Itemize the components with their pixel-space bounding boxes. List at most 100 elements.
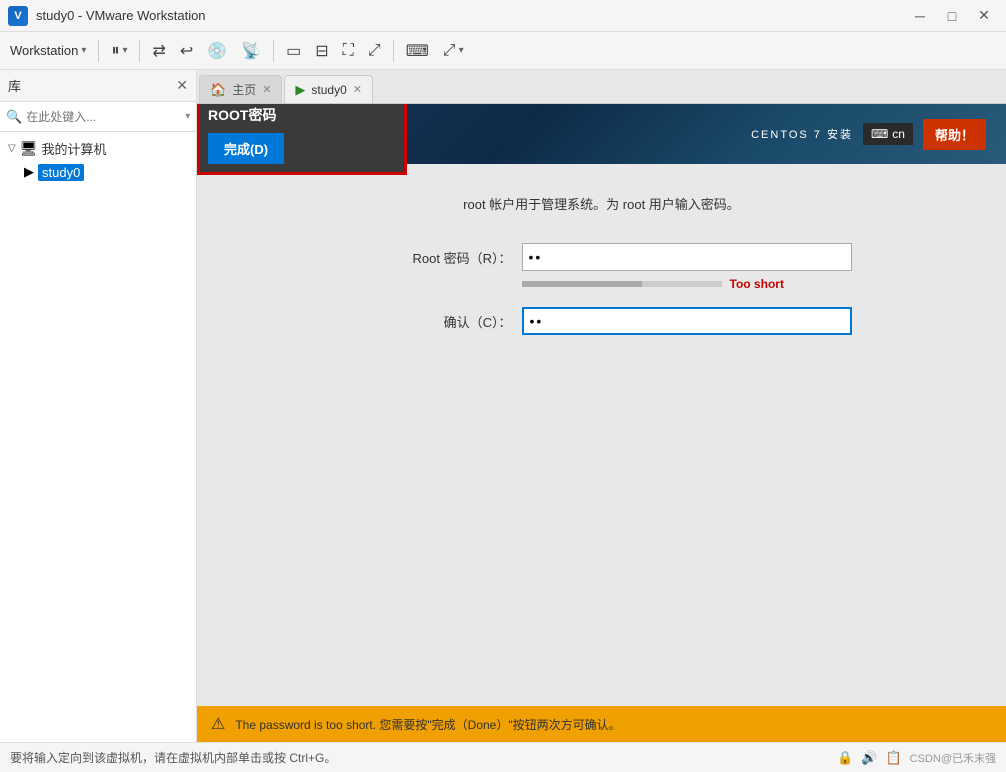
workstation-menu[interactable]: Workstation ▾: [4, 36, 92, 66]
keyboard-icon: ⌨: [871, 127, 888, 141]
strength-row: Too short: [352, 277, 852, 291]
confirm-password-row: 确认（C）：: [352, 307, 852, 335]
network-icon: 📡: [241, 41, 261, 61]
help-button[interactable]: 帮助！: [923, 119, 986, 150]
sidebar-header: 库 ✕: [0, 70, 196, 102]
tabs-bar: 🏠 主页 ✕ ▶ study0 ✕: [197, 70, 1006, 104]
toolbar-view1[interactable]: ▭: [280, 36, 307, 66]
dialog-title: ROOT密码: [208, 105, 396, 125]
menu-sep-4: [393, 40, 394, 62]
tab-home[interactable]: 🏠 主页 ✕: [199, 75, 282, 103]
main-layout: 库 ✕ 🔍 ▾ ▽ 🖥 我的计算机 ▶ study0 🏠 主页: [0, 70, 1006, 742]
close-button[interactable]: ✕: [970, 5, 998, 27]
menu-sep-1: [98, 40, 99, 62]
sidebar-tree: ▽ 🖥 我的计算机 ▶ study0: [0, 132, 196, 742]
tree-item-my-computer[interactable]: ▽ 🖥 我的计算机: [0, 136, 196, 160]
dropdown-arrow: ▾: [81, 45, 86, 56]
tab-vm[interactable]: ▶ study0 ✕: [284, 75, 373, 103]
zoom-icon: ⤢: [443, 42, 456, 60]
dvd-icon: 💿: [207, 41, 227, 61]
lang-code: cn: [892, 127, 905, 141]
status-hint-text: 要将输入定向到该虚拟机，请在虚拟机内部单击或按 Ctrl+G。: [10, 749, 336, 766]
fullscreen-icon: ⛶: [343, 42, 354, 60]
status-right: 🔒 🔊 📋 CSDN@已禾末强: [837, 750, 996, 766]
title-bar: V study0 - VMware Workstation ─ □ ✕: [0, 0, 1006, 32]
lang-selector[interactable]: ⌨ cn: [863, 123, 913, 145]
lock-icon: 🔒: [837, 750, 853, 766]
form-description: root 帐户用于管理系统。为 root 用户输入密码。: [463, 194, 740, 213]
sidebar-close-button[interactable]: ✕: [176, 77, 188, 94]
toolbar-fit[interactable]: ⤢: [362, 36, 387, 66]
home-tab-icon: 🏠: [210, 82, 226, 98]
tree-item-study0[interactable]: ▶ study0: [0, 160, 196, 184]
window-title: study0 - VMware Workstation: [36, 8, 898, 23]
content-area: 🏠 主页 ✕ ▶ study0 ✕ ROOT密码 完成(D): [197, 70, 1006, 742]
installer-header: ROOT密码 完成(D) CENTOS 7 安装 ⌨ cn 帮助！: [197, 104, 1006, 164]
installer-right: CENTOS 7 安装 ⌨ cn 帮助！: [751, 119, 986, 150]
root-password-form-area: root 帐户用于管理系统。为 root 用户输入密码。 Root 密码（R）：…: [197, 164, 1006, 742]
home-tab-label: 主页: [232, 81, 256, 98]
pause-icon: ⏸: [111, 42, 119, 60]
status-bar: 要将输入定向到该虚拟机，请在虚拟机内部单击或按 Ctrl+G。 🔒 🔊 📋 CS…: [0, 742, 1006, 772]
search-dropdown-icon: ▾: [185, 111, 190, 122]
usb-icon: 📋: [885, 750, 901, 766]
toolbar-terminal[interactable]: ⌨: [400, 36, 435, 66]
connect-icon: ⇄: [152, 41, 165, 61]
my-computer-label: 我的计算机: [41, 139, 106, 158]
root-password-input[interactable]: [522, 243, 852, 271]
search-icon: 🔍: [6, 109, 22, 125]
home-tab-close[interactable]: ✕: [262, 83, 271, 96]
menu-bar: Workstation ▾ ⏸ ▾ ⇄ ↩ 💿 📡 ▭ ⊟ ⛶ ⤢ ⌨ ⤢ ▾: [0, 32, 1006, 70]
toolbar-pause[interactable]: ⏸ ▾: [105, 36, 133, 66]
terminal-icon: ⌨: [406, 41, 429, 61]
snapshot-icon: ↩: [180, 41, 193, 61]
confirm-password-label: 确认（C）：: [352, 312, 512, 331]
csdn-watermark: CSDN@已禾末强: [910, 750, 996, 766]
done-button[interactable]: 完成(D): [208, 133, 284, 164]
warning-icon: ⚠: [211, 714, 225, 734]
vm-tab-label: study0: [311, 83, 346, 97]
zoom-dropdown: ▾: [459, 45, 464, 56]
workstation-label: Workstation: [10, 43, 78, 58]
toolbar-view2[interactable]: ⊟: [309, 36, 334, 66]
toolbar-snapshot[interactable]: ↩: [174, 36, 199, 66]
strength-bar: [522, 281, 722, 287]
sidebar: 库 ✕ 🔍 ▾ ▽ 🖥 我的计算机 ▶ study0: [0, 70, 197, 742]
vm-label: study0: [38, 164, 84, 181]
tree-expand-icon: ▽: [8, 143, 16, 154]
window-controls: ─ □ ✕: [906, 5, 998, 27]
vm-screen[interactable]: ROOT密码 完成(D) CENTOS 7 安装 ⌨ cn 帮助！: [197, 104, 1006, 742]
vm-content: ROOT密码 完成(D) CENTOS 7 安装 ⌨ cn 帮助！: [197, 104, 1006, 742]
computer-icon: 🖥: [20, 140, 38, 157]
toolbar-fullscreen[interactable]: ⛶: [337, 36, 360, 66]
sidebar-search[interactable]: 🔍 ▾: [0, 102, 196, 132]
view2-icon: ⊟: [315, 41, 328, 61]
strength-text: Too short: [730, 277, 784, 291]
maximize-button[interactable]: □: [938, 5, 966, 27]
toolbar-zoom[interactable]: ⤢ ▾: [437, 36, 470, 66]
toolbar-dvd[interactable]: 💿: [201, 36, 233, 66]
menu-sep-3: [273, 40, 274, 62]
pause-dropdown: ▾: [122, 45, 127, 56]
menu-sep-2: [139, 40, 140, 62]
vm-tab-icon: ▶: [295, 82, 305, 98]
vm-tab-close[interactable]: ✕: [353, 83, 362, 96]
centos-title: CENTOS 7 安装: [751, 126, 853, 142]
vm-icon: ▶: [24, 164, 34, 180]
warning-bar: ⚠ The password is too short. 您需要按"完成（Don…: [197, 706, 1006, 742]
form-area: root 帐户用于管理系统。为 root 用户输入密码。 Root 密码（R）：…: [197, 164, 1006, 706]
root-password-dialog: ROOT密码 完成(D): [197, 104, 407, 175]
root-password-row: Root 密码（R）：: [352, 243, 852, 271]
root-password-label: Root 密码（R）：: [352, 248, 512, 267]
toolbar-network[interactable]: 📡: [235, 36, 267, 66]
sidebar-title: 库: [8, 76, 176, 95]
toolbar-connect[interactable]: ⇄: [146, 36, 171, 66]
confirm-password-input[interactable]: [522, 307, 852, 335]
view1-icon: ▭: [286, 41, 301, 61]
search-input[interactable]: [26, 110, 181, 124]
warning-text: The password is too short. 您需要按"完成（Done）…: [235, 716, 620, 733]
fit-icon: ⤢: [368, 42, 381, 60]
app-icon: V: [8, 6, 28, 26]
minimize-button[interactable]: ─: [906, 5, 934, 27]
audio-icon: 🔊: [861, 750, 877, 766]
